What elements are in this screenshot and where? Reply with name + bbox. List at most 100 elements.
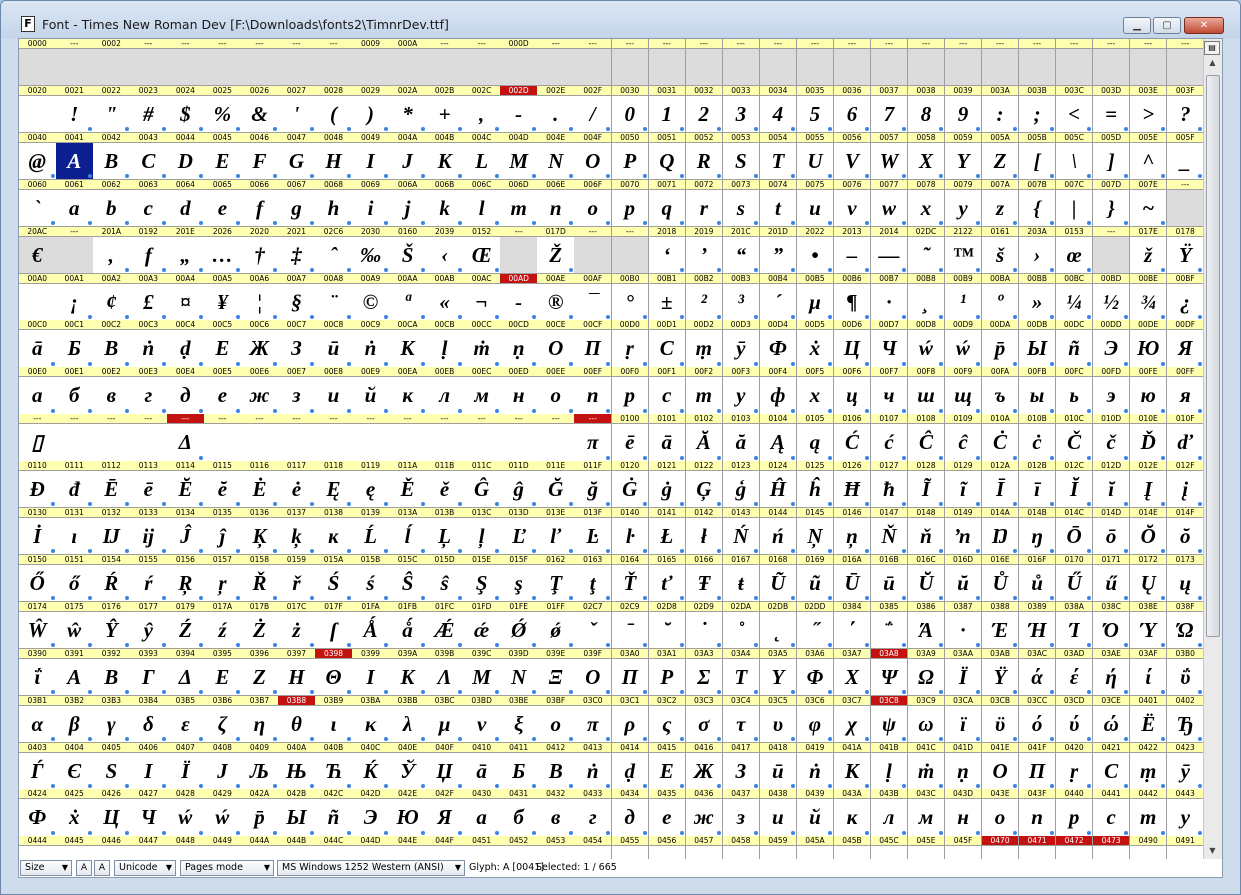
glyph-cell[interactable]: 045E	[907, 836, 946, 859]
glyph-cell[interactable]: 02DD ˝	[796, 601, 835, 650]
glyph-cell[interactable]: 0420 ṛ	[1055, 742, 1094, 790]
glyph-cell[interactable]: ---	[241, 39, 279, 87]
glyph-cell[interactable]: 00CE О	[537, 320, 575, 368]
glyph-cell[interactable]: ---	[611, 39, 650, 87]
glyph-cell[interactable]: 0038 8	[907, 85, 946, 134]
glyph-cell[interactable]: 03C4 τ	[722, 695, 761, 743]
glyph-cell[interactable]: 000D	[500, 39, 538, 87]
glyph-cell[interactable]: ---	[796, 39, 835, 87]
glyph-cell[interactable]: 0409 Љ	[241, 742, 279, 790]
glyph-cell[interactable]: 006E n	[537, 179, 575, 228]
glyph-cell[interactable]: 0054 T	[759, 132, 798, 181]
glyph-cell[interactable]: 03A4 Τ	[722, 648, 761, 697]
glyph-cell[interactable]: 004B K	[426, 132, 464, 181]
glyph-cell[interactable]: 0162 Ţ	[537, 554, 575, 603]
glyph-cell[interactable]: 0149 ŉ	[944, 508, 983, 556]
glyph-cell[interactable]: 044B	[278, 836, 316, 859]
glyph-cell[interactable]: 0491	[1166, 836, 1204, 859]
glyph-cell[interactable]: 0135 ĵ	[204, 508, 242, 556]
glyph-cell[interactable]: 0405 S	[93, 742, 131, 790]
glyph-cell[interactable]: 010C Č	[1055, 414, 1094, 462]
glyph-cell[interactable]: 00D0 ṛ	[611, 320, 650, 368]
glyph-cell[interactable]: 00BD ½	[1092, 273, 1131, 321]
glyph-cell[interactable]: 011B ě	[426, 461, 464, 509]
glyph-cell[interactable]: 0169 ũ	[796, 554, 835, 603]
glyph-cell[interactable]: 0470	[981, 836, 1020, 859]
glyph-cell[interactable]: 043D н	[944, 789, 983, 837]
glyph-cell[interactable]: 0069 i	[352, 179, 390, 228]
glyph-cell[interactable]: 0451	[463, 836, 501, 859]
glyph-cell[interactable]: 000A	[389, 39, 427, 87]
glyph-cell[interactable]: 006B k	[426, 179, 464, 228]
glyph-cell[interactable]: 0429 ẃ	[204, 789, 242, 837]
glyph-cell[interactable]: ---	[537, 414, 575, 462]
glyph-cell[interactable]: ---	[389, 414, 427, 462]
glyph-cell[interactable]: 00E3 г	[130, 367, 168, 415]
glyph-cell[interactable]: 0112 Ē	[93, 461, 131, 509]
glyph-cell[interactable]: 03A6 Φ	[796, 648, 835, 697]
glyph-cell[interactable]: 002C,	[463, 85, 501, 134]
glyph-cell[interactable]: 00CA К	[389, 320, 427, 368]
glyph-cell[interactable]: 03A8 Ψ	[870, 648, 909, 697]
glyph-cell[interactable]: 0170 Ű	[1055, 554, 1094, 603]
glyph-cell[interactable]: 00DD Э	[1092, 320, 1131, 368]
glyph-cell[interactable]: 012C Ĭ	[1055, 461, 1094, 509]
glyph-cell[interactable]: 0155 ŕ	[130, 554, 168, 603]
glyph-cell[interactable]: 010F ď	[1166, 414, 1204, 462]
glyph-cell[interactable]: 00E2 в	[93, 367, 131, 415]
glyph-cell[interactable]: 0059 Y	[944, 132, 983, 181]
glyph-cell[interactable]: 03B7 η	[241, 695, 279, 743]
glyph-cell[interactable]: 03C5 υ	[759, 695, 798, 743]
glyph-cell[interactable]: ---	[278, 414, 316, 462]
small-font-icon[interactable]: A	[76, 860, 92, 876]
glyph-cell[interactable]: 00BA º	[981, 273, 1020, 321]
glyph-cell[interactable]: 0147 Ň	[870, 508, 909, 556]
glyph-cell[interactable]: 014F ŏ	[1166, 508, 1204, 556]
glyph-cell[interactable]: 00D2 ṃ	[685, 320, 724, 368]
glyph-cell[interactable]: 007A z	[981, 179, 1020, 228]
glyph-cell[interactable]: 0177 ŷ	[130, 601, 168, 650]
glyph-cell[interactable]: 041B ḷ	[870, 742, 909, 790]
glyph-cell[interactable]: 0036 6	[833, 85, 872, 134]
glyph-cell[interactable]: 00F7 ч	[870, 367, 909, 415]
glyph-cell[interactable]: 00B2 ²	[685, 273, 724, 321]
title-bar[interactable]: F Font - Times New Roman Dev [F:\Downloa…	[1, 1, 1240, 38]
glyph-cell[interactable]: 0178 Ÿ	[1166, 226, 1204, 274]
close-button[interactable]: ✕	[1184, 17, 1224, 34]
glyph-cell[interactable]: 0145 Ņ	[796, 508, 835, 556]
glyph-cell[interactable]: 0062 b	[93, 179, 131, 228]
glyph-cell[interactable]: 006D m	[500, 179, 538, 228]
glyph-cell[interactable]: 045C	[870, 836, 909, 859]
glyph-cell[interactable]: 00C4 ḍ	[167, 320, 205, 368]
glyph-cell[interactable]: 014A Ŋ	[981, 508, 1020, 556]
glyph-cell[interactable]: 00E6 ж	[241, 367, 279, 415]
glyph-cell[interactable]: 03AD έ	[1055, 648, 1094, 697]
glyph-cell[interactable]: 005A Z	[981, 132, 1020, 181]
scroll-thumb[interactable]	[1206, 75, 1220, 637]
glyph-cell[interactable]: 0075 u	[796, 179, 835, 228]
glyph-cell[interactable]: 042A p̄	[241, 789, 279, 837]
glyph-cell[interactable]: 043B л	[870, 789, 909, 837]
glyph-cell[interactable]: ---	[574, 39, 612, 87]
glyph-cell[interactable]: 00FD э	[1092, 367, 1131, 415]
glyph-cell[interactable]: 017C ż	[278, 601, 316, 650]
glyph-cell[interactable]: 0174 Ŵ	[19, 601, 57, 650]
glyph-cell[interactable]: 01FA Ǻ	[352, 601, 390, 650]
glyph-cell[interactable]: 005B[	[1018, 132, 1057, 181]
glyph-cell[interactable]: 015F ş	[500, 554, 538, 603]
glyph-cell[interactable]: 0473	[1092, 836, 1131, 859]
glyph-cell[interactable]: 00CD ṇ	[500, 320, 538, 368]
glyph-cell[interactable]: 0167 ŧ	[722, 554, 761, 603]
glyph-cell[interactable]: 0444	[19, 836, 57, 859]
glyph-cell[interactable]: 002A *	[389, 85, 427, 134]
glyph-cell[interactable]: 00B9 ¹	[944, 273, 983, 321]
glyph-cell[interactable]: 014D ō	[1092, 508, 1131, 556]
glyph-cell[interactable]: 0051 Q	[648, 132, 687, 181]
glyph-cell[interactable]: 0148 ň	[907, 508, 946, 556]
glyph-cell[interactable]: 0415 Е	[648, 742, 687, 790]
glyph-cell[interactable]: 0168 Ũ	[759, 554, 798, 603]
glyph-cell[interactable]: 0067 g	[278, 179, 316, 228]
glyph-cell[interactable]: 0108 Ĉ	[907, 414, 946, 462]
glyph-cell[interactable]: 0029)	[352, 85, 390, 134]
glyph-cell[interactable]: 0443 у	[1166, 789, 1204, 837]
